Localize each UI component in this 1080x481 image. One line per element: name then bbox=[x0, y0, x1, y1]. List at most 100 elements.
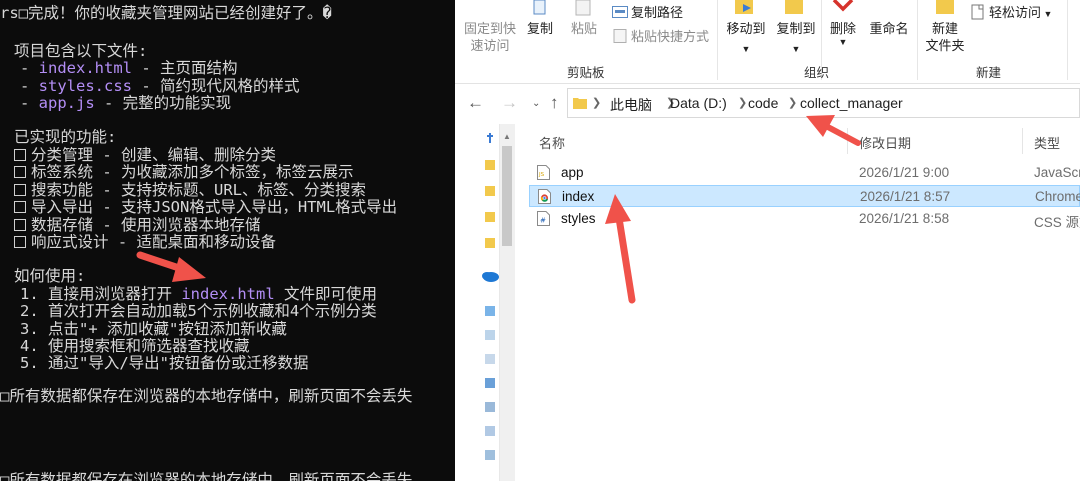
file-type: CSS 源文 bbox=[1034, 215, 1080, 230]
address-bar-row: ← → ⌄ ↑ ❯ 此电脑 ❯ Data (D:) ❯ code ❯ colle… bbox=[455, 85, 1080, 121]
paste-shortcut-icon bbox=[613, 29, 627, 43]
copy-path-label: 复制路径 bbox=[631, 5, 684, 20]
terminal-line: - styles.css - 简约现代风格的样式 bbox=[20, 77, 300, 95]
terminal-line: 如何使用: bbox=[14, 267, 86, 285]
navigation-scrollbar[interactable]: ▲ bbox=[499, 124, 515, 481]
breadcrumb-collect-manager[interactable]: collect_manager bbox=[800, 95, 903, 111]
feature-text: 分类管理 - 创建、编辑、删除分类 bbox=[31, 146, 276, 164]
terminal-line: 1. 直接用浏览器打开 index.html 文件即可使用 bbox=[20, 285, 377, 304]
js-file-icon: JS bbox=[537, 165, 550, 180]
column-separator[interactable] bbox=[847, 128, 848, 154]
terminal-line: 5. 通过"导入/导出"按钮备份或迁移数据 bbox=[20, 354, 309, 372]
documents-icon bbox=[485, 354, 495, 364]
address-box[interactable]: ❯ 此电脑 ❯ Data (D:) ❯ code ❯ collect_manag… bbox=[567, 88, 1080, 118]
terminal-file-desc: - 简约现代风格的样式 bbox=[132, 77, 300, 95]
organize-group-label: 组织 bbox=[804, 66, 830, 80]
folder-icon bbox=[485, 160, 495, 170]
feature-text: 导入导出 - 支持JSON格式导入导出，HTML格式导出 bbox=[31, 198, 398, 216]
delete-button[interactable]: 删除 ▼ bbox=[827, 20, 859, 47]
clipboard-group-label: 剪贴板 bbox=[567, 66, 605, 80]
column-header-name[interactable]: 名称 bbox=[539, 133, 565, 152]
copy-path-button[interactable]: 复制路径 bbox=[612, 4, 683, 21]
paste-shortcut-button[interactable]: 粘贴快捷方式 bbox=[612, 28, 709, 45]
copy-to-button[interactable]: 复制到 ▼ bbox=[771, 0, 821, 58]
copy-button[interactable]: 复制 bbox=[525, 0, 555, 37]
terminal-filename: styles.css bbox=[38, 77, 132, 95]
delete-label: 删除 bbox=[829, 21, 856, 36]
terminal-line: 3. 点击"+ 添加收藏"按钮添加新收藏 bbox=[20, 320, 287, 338]
easy-access-icon bbox=[971, 4, 984, 20]
file-row-styles[interactable]: # styles 2026/1/21 8:58 CSS 源文 bbox=[529, 208, 1080, 230]
checkbox-glyph bbox=[14, 201, 26, 213]
terminal-filename: index.html bbox=[181, 285, 275, 303]
terminal-line: - app.js - 完整的功能实现 bbox=[20, 94, 232, 112]
css-file-icon: # bbox=[537, 211, 550, 226]
forward-arrow-icon[interactable]: → bbox=[501, 93, 518, 113]
file-row-index[interactable]: index 2026/1/21 8:57 Chrome bbox=[529, 185, 1080, 207]
feature-text: 标签系统 - 为收藏添加多个标签，标签云展示 bbox=[31, 163, 354, 181]
terminal-line: 搜索功能 - 支持按标题、URL、标签、分类搜索 bbox=[14, 181, 366, 200]
copy-label: 复制 bbox=[526, 21, 553, 36]
ribbon-toolbar: 固定到快 速访问 复制 粘贴 复制路径 粘贴快捷方式 剪贴板 移动到 ▼ 复制到… bbox=[455, 0, 1080, 84]
ribbon-separator bbox=[717, 0, 718, 80]
this-pc-icon bbox=[485, 306, 495, 316]
terminal-line: 数据存储 - 使用浏览器本地存储 bbox=[14, 216, 261, 235]
file-date: 2026/1/21 8:58 bbox=[859, 211, 950, 226]
column-header-type[interactable]: 类型 bbox=[1034, 133, 1060, 152]
copy-icon bbox=[533, 0, 546, 15]
terminal-line: 分类管理 - 创建、编辑、删除分类 bbox=[14, 146, 276, 165]
move-to-button[interactable]: 移动到 ▼ bbox=[725, 0, 767, 58]
terminal-window[interactable]: rs□完成！你的收藏夹管理网站已经创建好了。� 项目包含以下文件: - inde… bbox=[0, 0, 455, 481]
terminal-filename: index.html bbox=[38, 59, 132, 77]
terminal-file-desc: - 主页面结构 bbox=[132, 59, 238, 77]
delete-dropdown-arrow: ▼ bbox=[838, 37, 848, 47]
terminal-line: □所有数据都保存在浏览器的本地存储中，刷新页面不会丢失 bbox=[0, 387, 413, 405]
file-date: 2026/1/21 8:57 bbox=[860, 189, 951, 204]
folder-icon bbox=[485, 238, 495, 248]
usage-text: 文件即可使用 bbox=[274, 285, 377, 303]
rename-button[interactable]: 重命名 bbox=[867, 20, 911, 37]
up-arrow-icon[interactable]: ↑ bbox=[550, 93, 559, 113]
paste-button[interactable]: 粘贴 bbox=[569, 0, 599, 37]
column-separator[interactable] bbox=[1022, 128, 1023, 154]
pictures-icon bbox=[485, 378, 495, 388]
new-folder-label: 新建 bbox=[931, 21, 958, 36]
scroll-up-arrow-icon[interactable]: ▲ bbox=[503, 132, 511, 141]
folder-icon bbox=[485, 212, 495, 222]
pin-icon bbox=[487, 133, 493, 143]
svg-text:#: # bbox=[540, 217, 546, 225]
terminal-file-desc: - 完整的功能实现 bbox=[94, 94, 232, 112]
terminal-line: 4. 使用搜索框和筛选器查找收藏 bbox=[20, 337, 250, 355]
feature-text: 搜索功能 - 支持按标题、URL、标签、分类搜索 bbox=[31, 181, 366, 199]
paste-label: 粘贴 bbox=[570, 21, 597, 36]
file-type: Chrome bbox=[1035, 189, 1080, 204]
terminal-line: 标签系统 - 为收藏添加多个标签，标签云展示 bbox=[14, 163, 354, 182]
easy-access-button[interactable]: 轻松访问 ▼ bbox=[971, 4, 1052, 23]
breadcrumb-data-drive[interactable]: Data (D:) bbox=[670, 95, 727, 111]
terminal-line: 导入导出 - 支持JSON格式导入导出，HTML格式导出 bbox=[14, 198, 398, 217]
pin-quick-access-button[interactable]: 固定到快 速访问 bbox=[461, 20, 519, 54]
pin-label: 固定到快 bbox=[463, 21, 516, 36]
scrollbar-thumb[interactable] bbox=[502, 146, 512, 246]
terminal-line: 响应式设计 - 适配桌面和移动设备 bbox=[14, 233, 276, 252]
breadcrumb-code[interactable]: code bbox=[748, 95, 778, 111]
breadcrumb-this-pc[interactable]: 此电脑 bbox=[610, 95, 652, 115]
file-name: index bbox=[562, 189, 595, 204]
terminal-line: - index.html - 主页面结构 bbox=[20, 59, 238, 77]
column-header-date[interactable]: 修改日期 bbox=[859, 133, 911, 152]
music-icon bbox=[485, 402, 495, 412]
new-folder-button[interactable]: 新建 文件夹 bbox=[923, 0, 967, 54]
recent-locations-chevron-icon[interactable]: ⌄ bbox=[532, 98, 540, 109]
copy-to-icon bbox=[785, 0, 803, 14]
ribbon-separator bbox=[1067, 0, 1068, 80]
file-row-app[interactable]: JS app 2026/1/21 9:00 JavaScr bbox=[529, 162, 1080, 184]
file-list[interactable]: 名称 修改日期 类型 JS app 2026/1/21 9:00 JavaScr… bbox=[517, 124, 1080, 481]
desktop-icon bbox=[485, 330, 495, 340]
easy-access-label: 轻松访问 bbox=[989, 5, 1042, 20]
breadcrumb-separator-icon: ❯ bbox=[592, 97, 602, 109]
checkbox-glyph bbox=[14, 236, 26, 248]
checkbox-glyph bbox=[14, 166, 26, 178]
back-arrow-icon[interactable]: ← bbox=[467, 93, 484, 113]
breadcrumb-separator-icon: ❯ bbox=[738, 97, 748, 109]
terminal-filename: app.js bbox=[38, 94, 95, 112]
